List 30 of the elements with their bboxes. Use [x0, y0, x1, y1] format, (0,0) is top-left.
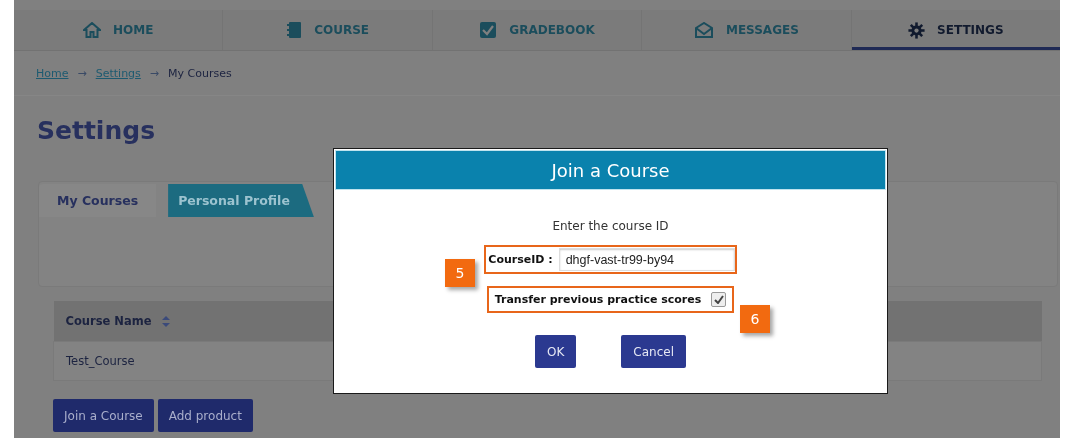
breadcrumb-link[interactable]: Settings	[95, 66, 141, 80]
gear-icon	[908, 21, 926, 39]
nav-tab[interactable]: GRADEBOOK	[432, 10, 643, 50]
sort-icon[interactable]	[161, 315, 170, 327]
nav-tab[interactable]: HOME	[14, 10, 224, 50]
transfer-checkbox[interactable]: Transfer previous practice scores	[486, 286, 735, 313]
prompt-text: Enter the course ID	[552, 219, 669, 233]
step-badge: 6	[740, 305, 770, 333]
checkmark-icon	[713, 295, 724, 304]
breadcrumb-arrow: →	[149, 66, 160, 80]
course-id-field[interactable]: CourseID : dhgf-vast-tr99-by94	[484, 245, 737, 274]
book-icon	[286, 21, 303, 39]
page-title: Settings	[36, 115, 156, 147]
dialog-title: Join a Course	[335, 150, 886, 190]
action-button[interactable]: Add product	[157, 399, 253, 432]
home-icon	[83, 22, 101, 38]
step-badge: 5	[445, 259, 475, 287]
envelope-icon	[694, 22, 714, 38]
tab[interactable]: Personal Profile	[168, 184, 314, 217]
nav-tab[interactable]: COURSE	[223, 10, 433, 50]
dialog-button[interactable]: Cancel	[621, 335, 686, 368]
action-button[interactable]: Join a Course	[53, 399, 154, 432]
nav-tab[interactable]: SETTINGS	[851, 10, 1061, 50]
breadcrumb-arrow: →	[77, 66, 87, 80]
tab[interactable]: My Courses	[39, 184, 157, 217]
breadcrumb-link[interactable]: Home	[36, 66, 69, 80]
checkbox-icon	[479, 21, 498, 39]
breadcrumb-current: My Courses	[168, 66, 232, 80]
nav-tab[interactable]: MESSAGES	[642, 10, 852, 50]
dialog-button[interactable]: OK	[535, 335, 577, 368]
